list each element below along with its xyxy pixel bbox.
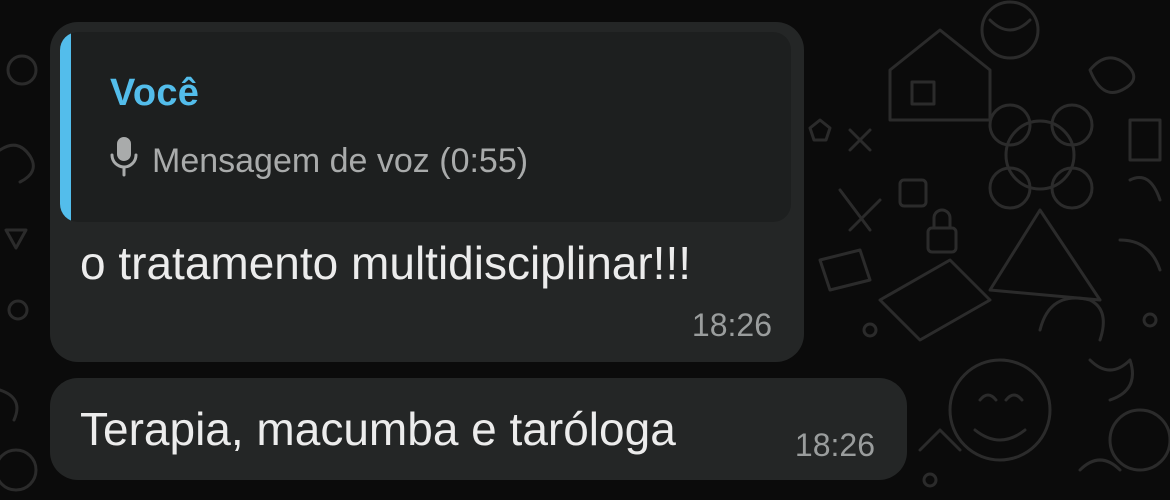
reply-quote[interactable]: Você Mensagem de voz (0:55) [60, 32, 791, 222]
microphone-icon [110, 137, 138, 177]
reply-voice-message-label: Mensagem de voz (0:55) [152, 142, 529, 180]
message-text: Terapia, macumba e taróloga [80, 403, 676, 455]
message-text: o tratamento multidisciplinar!!! [80, 237, 692, 289]
message-timestamp: 18:26 [691, 307, 772, 343]
reply-author: Você [110, 72, 200, 114]
message-bubble[interactable]: Você Mensagem de voz (0:55) o tratamento… [50, 22, 804, 362]
message-timestamp: 18:26 [794, 427, 875, 463]
reply-accent-bar [60, 32, 71, 222]
message-bubble[interactable]: Terapia, macumba e taróloga 18:26 [50, 378, 907, 480]
